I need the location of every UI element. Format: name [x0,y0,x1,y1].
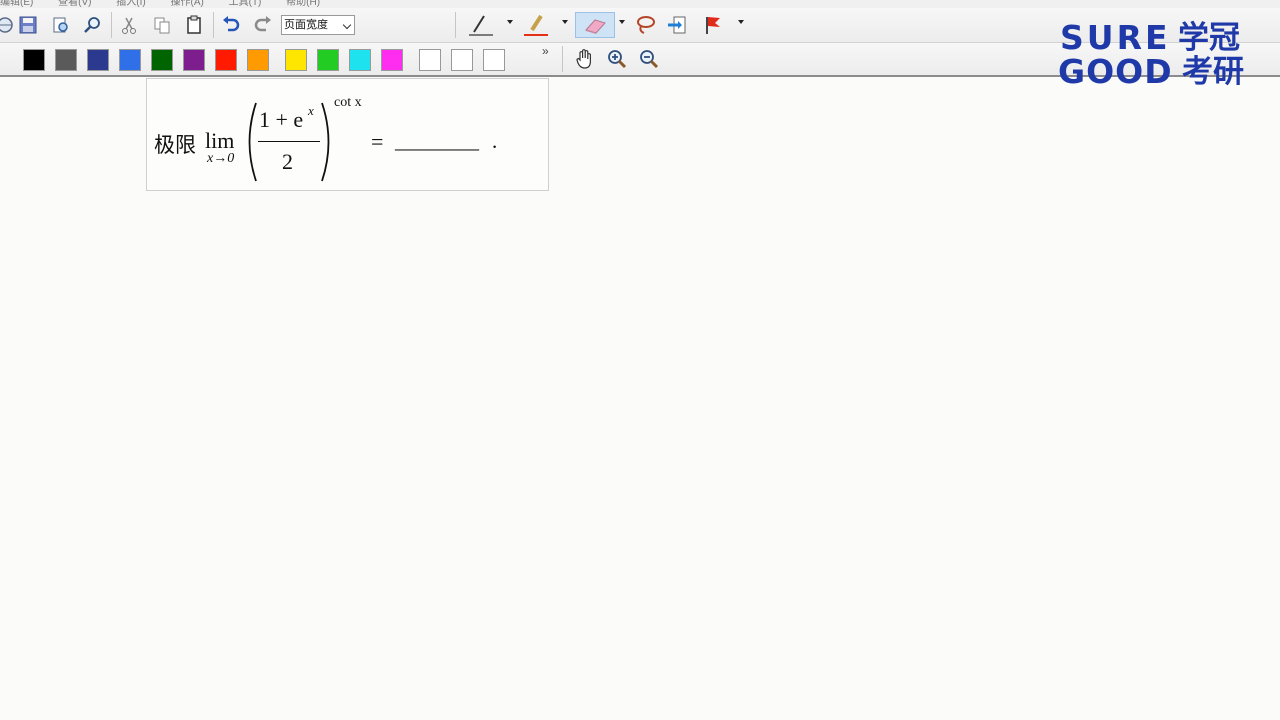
globe-icon [0,17,13,33]
color-swatch[interactable] [285,49,307,71]
logo-cn-2: 考研 [1182,54,1244,90]
cut-button[interactable] [116,12,142,38]
paste-button[interactable] [181,12,207,38]
eraser-icon [585,19,606,34]
color-swatch[interactable] [151,49,173,71]
answer-blank: ________ [395,129,479,153]
undo-button[interactable] [218,12,244,38]
clipboard-icon [187,15,201,34]
color-swatch[interactable] [119,49,141,71]
color-swatch[interactable] [55,49,77,71]
color-swatch[interactable] [247,49,269,71]
toolbar-separator [562,46,563,72]
copy-button[interactable] [149,12,175,38]
left-paren-icon [248,102,257,182]
pan-tool-button[interactable] [572,46,598,72]
pen-tool-button[interactable] [468,12,494,38]
color-swatch[interactable] [451,49,473,71]
menu-tools[interactable]: 工具(T) [229,0,262,8]
menu-insert[interactable]: 插入(I) [116,0,145,8]
scissors-icon [122,17,136,34]
document-page: 极限 lim x→0 1 + e x 2 cot x = ________ . [146,78,549,191]
print-preview-icon [53,17,68,33]
formula-numerator-exponent: x [308,103,314,118]
color-swatch[interactable] [483,49,505,71]
print-preview-button[interactable] [48,12,74,38]
menu-actions[interactable]: 操作(A) [170,0,203,8]
color-swatch[interactable] [87,49,109,71]
save-icon [19,16,37,34]
zoom-out-icon [640,50,659,69]
flag-dropdown-arrow-icon[interactable] [738,20,744,24]
flag-icon [706,17,720,34]
pen-dropdown-arrow-icon[interactable] [507,20,513,24]
more-tools-button[interactable]: » [542,44,549,58]
formula-lim-subscript: x→0 [207,151,235,166]
lasso-icon [637,16,655,34]
zoom-in-icon [608,50,627,69]
formula-equals: = [371,129,384,154]
color-swatch[interactable] [419,49,441,71]
color-swatch[interactable] [381,49,403,71]
formula-exponent: cot x [334,95,362,110]
color-swatch[interactable] [349,49,371,71]
logo-line-1: SURE [1060,18,1171,57]
formula-numerator: 1 + e [259,107,304,132]
logo-cn-1: 学冠 [1178,20,1240,56]
insert-space-button[interactable] [664,12,690,38]
color-swatch[interactable] [23,49,45,71]
chevron-down-icon [342,20,352,30]
brand-logo: SURE 学冠 GOOD 考研 [1058,20,1258,92]
right-paren-icon [321,102,330,182]
insert-icon [668,16,686,34]
color-swatch[interactable] [317,49,339,71]
zoom-value: 页面宽度 [284,19,328,31]
toolbar-separator [213,12,214,38]
eraser-dropdown-arrow-icon[interactable] [619,20,625,24]
color-swatch[interactable] [215,49,237,71]
formula-prefix: 极限 [154,133,196,157]
fraction-bar [258,141,320,142]
formula-denominator: 2 [282,149,293,174]
flag-tool-button[interactable] [700,12,726,38]
pen-icon [469,15,493,36]
lasso-tool-button[interactable] [632,12,658,38]
highlighter-tool-button[interactable] [523,12,549,38]
zoom-in-button[interactable] [604,46,630,72]
redo-icon [254,16,271,32]
redo-button[interactable] [250,12,276,38]
menu-bar: 编辑(E) 查看(V) 插入(I) 操作(A) 工具(T) 帮助(H) [0,0,1280,8]
zoom-select[interactable]: 页面宽度 [281,15,355,35]
toolbar-separator [111,12,112,38]
highlighter-dropdown-arrow-icon[interactable] [562,20,568,24]
limit-formula: 极限 lim x→0 1 + e x 2 cot x = ________ . [147,79,550,192]
save-button[interactable] [15,12,41,38]
menu-edit[interactable]: 编辑(E) [0,0,33,8]
zoom-out-button[interactable] [636,46,662,72]
copy-icon [154,17,170,34]
formula-period: . [492,129,498,153]
menu-help[interactable]: 帮助(H) [286,0,320,8]
undo-icon [223,16,240,32]
menu-view[interactable]: 查看(V) [58,0,91,8]
highlighter-icon [524,14,548,36]
logo-line-2: GOOD [1058,52,1173,91]
find-button[interactable] [79,12,105,38]
hand-icon [576,49,591,69]
eraser-tool-button[interactable] [575,12,615,38]
toolbar-separator [455,12,456,38]
color-swatch[interactable] [183,49,205,71]
magnifier-icon [84,17,100,33]
